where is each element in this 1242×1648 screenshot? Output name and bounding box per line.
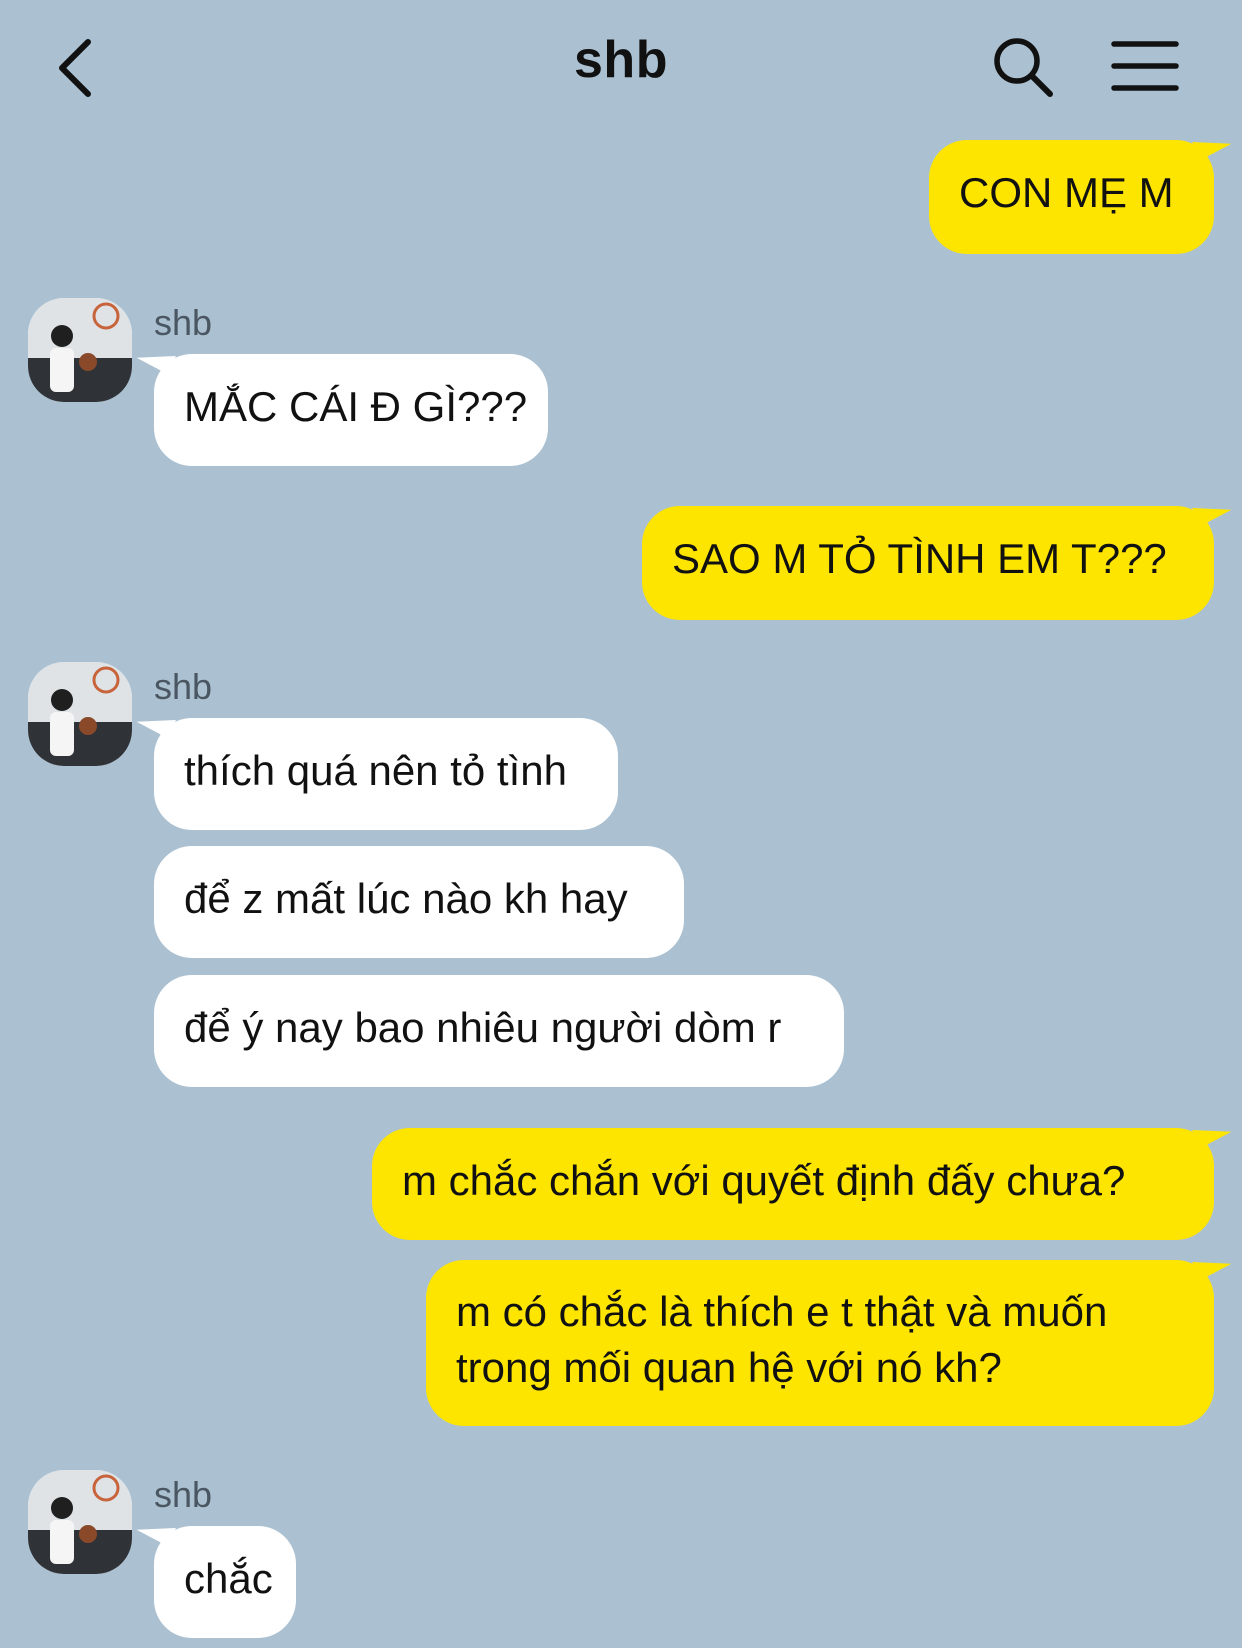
- message-text: CON MẸ M: [959, 169, 1174, 216]
- message-text: m chắc chắn với quyết định đấy chưa?: [402, 1157, 1126, 1204]
- message-text: để z mất lúc nào kh hay: [184, 875, 628, 922]
- avatar[interactable]: [28, 298, 132, 402]
- search-button[interactable]: [990, 34, 1056, 100]
- their-message-bubble[interactable]: để z mất lúc nào kh hay: [154, 846, 684, 958]
- message-text: thích quá nên tỏ tình: [184, 747, 567, 794]
- avatar[interactable]: [28, 662, 132, 766]
- their-message-bubble[interactable]: chắc: [154, 1526, 296, 1638]
- message-text: SAO M TỎ TÌNH EM T???: [672, 535, 1167, 582]
- menu-button[interactable]: [1110, 38, 1180, 94]
- their-message-bubble[interactable]: thích quá nên tỏ tình: [154, 718, 618, 830]
- message-text: chắc: [184, 1555, 273, 1602]
- sender-name: shb: [154, 302, 213, 343]
- message-text: để ý nay bao nhiêu người dòm r: [184, 1004, 782, 1051]
- search-icon: [994, 38, 1053, 97]
- message-text: MẮC CÁI Đ GÌ???: [184, 383, 528, 430]
- menu-icon: [1111, 41, 1179, 91]
- their-message-bubble[interactable]: để ý nay bao nhiêu người dòm r: [154, 975, 844, 1087]
- their-message-bubble[interactable]: MẮC CÁI Đ GÌ???: [154, 354, 548, 466]
- chat-header: shb: [0, 0, 1242, 130]
- sender-name: shb: [154, 666, 213, 707]
- my-message-bubble[interactable]: m chắc chắn với quyết định đấy chưa?: [372, 1128, 1214, 1240]
- my-message-bubble[interactable]: SAO M TỎ TÌNH EM T???: [642, 506, 1214, 620]
- avatar-photo: [28, 1470, 132, 1574]
- avatar-photo: [28, 662, 132, 766]
- my-message-bubble[interactable]: m có chắc là thích e t thật và muốn tron…: [426, 1260, 1214, 1426]
- avatar-photo: [28, 298, 132, 402]
- my-message-bubble[interactable]: CON MẸ M: [929, 140, 1214, 254]
- message-text: m có chắc là thích e t thật và muốn tron…: [456, 1288, 1108, 1391]
- avatar[interactable]: [28, 1470, 132, 1574]
- sender-name: shb: [154, 1474, 213, 1515]
